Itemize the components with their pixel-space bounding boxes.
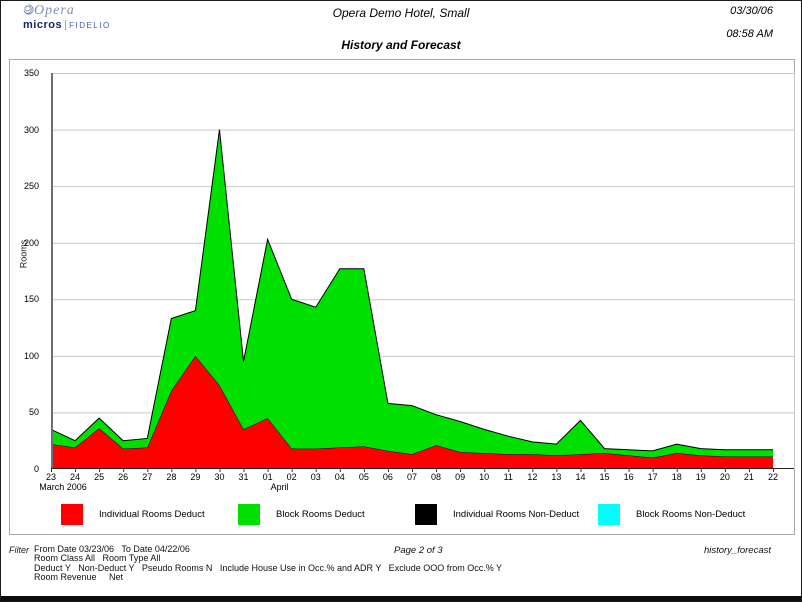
x-tick-label: 10 [479, 472, 489, 482]
legend-item: Block Rooms Deduct [238, 504, 365, 525]
legend-item: Individual Rooms Non-Deduct [415, 504, 579, 525]
stacked-area-chart [51, 73, 795, 473]
x-tick-label: 19 [696, 472, 706, 482]
logo-divider [65, 20, 66, 30]
report-title: Opera Demo Hotel, Small [1, 6, 801, 20]
area-series [51, 130, 773, 458]
bottom-window-edge [1, 596, 801, 601]
x-tick-label: 09 [455, 472, 465, 482]
x-tick-label: 05 [359, 472, 369, 482]
x-tick-label: 11 [504, 472, 513, 482]
x-tick-label: 23 [46, 472, 56, 482]
legend-item: Block Rooms Non-Deduct [598, 504, 745, 525]
x-tick-label: 24 [70, 472, 80, 482]
fidelio-logo-text: FIDELIO [69, 21, 111, 30]
x-tick-label: 18 [672, 472, 682, 482]
y-tick-label: 50 [29, 407, 39, 417]
y-tick-label: 200 [24, 238, 39, 248]
x-axis-month-label: March 2006 [39, 482, 87, 492]
x-tick-label: 28 [166, 472, 176, 482]
x-tick-label: 08 [431, 472, 441, 482]
x-tick-label: 02 [287, 472, 297, 482]
x-tick-label: 27 [142, 472, 152, 482]
y-tick-label: 150 [24, 294, 39, 304]
filter-line-revenue: Room Revenue Net [34, 573, 502, 582]
x-tick-label: 31 [239, 472, 249, 482]
micros-logo-text: micros [23, 19, 62, 31]
x-axis-tick-labels: 2324252627282930310102030405060708091011… [51, 472, 795, 496]
x-tick-label: 12 [527, 472, 537, 482]
x-tick-label: 29 [190, 472, 200, 482]
x-tick-label: 22 [768, 472, 778, 482]
legend-label: Individual Rooms Deduct [99, 509, 205, 520]
x-tick-label: 20 [720, 472, 730, 482]
report-page: Opera micros FIDELIO Opera Demo Hotel, S… [0, 0, 802, 602]
report-time: 08:58 AM [726, 28, 773, 40]
x-tick-label: 15 [600, 472, 610, 482]
x-tick-label: 01 [263, 472, 273, 482]
legend-label: Individual Rooms Non-Deduct [453, 509, 579, 520]
legend-swatch [598, 504, 620, 525]
x-tick-label: 13 [551, 472, 561, 482]
x-tick-label: 14 [575, 472, 585, 482]
y-tick-label: 300 [24, 125, 39, 135]
x-tick-label: 26 [118, 472, 128, 482]
page-number: Page 2 of 3 [394, 545, 443, 556]
y-tick-label: 250 [24, 181, 39, 191]
chart-legend: Individual Rooms Deduct Block Rooms Deduc… [9, 504, 793, 530]
filter-label: Filter [9, 545, 29, 555]
x-tick-label: 17 [648, 472, 658, 482]
x-tick-label: 06 [383, 472, 393, 482]
legend-swatch [61, 504, 83, 525]
x-tick-label: 30 [214, 472, 224, 482]
y-tick-label: 100 [24, 351, 39, 361]
report-date: 03/30/06 [730, 5, 773, 17]
x-tick-label: 04 [335, 472, 345, 482]
y-tick-label: 350 [24, 68, 39, 78]
x-tick-label: 03 [311, 472, 321, 482]
x-tick-label: 16 [624, 472, 634, 482]
report-file-name: history_forecast [704, 545, 771, 556]
report-subtitle: History and Forecast [1, 38, 801, 52]
x-tick-label: 07 [407, 472, 417, 482]
legend-item: Individual Rooms Deduct [61, 504, 205, 525]
legend-label: Block Rooms Deduct [276, 509, 365, 520]
legend-swatch [238, 504, 260, 525]
legend-label: Block Rooms Non-Deduct [636, 509, 745, 520]
legend-swatch [415, 504, 437, 525]
x-tick-label: 21 [744, 472, 754, 482]
y-axis-tick-labels: 050100150200250300350 [1, 73, 46, 470]
y-tick-label: 0 [34, 464, 39, 474]
x-axis-month-label: April [271, 482, 289, 492]
x-tick-label: 25 [94, 472, 104, 482]
